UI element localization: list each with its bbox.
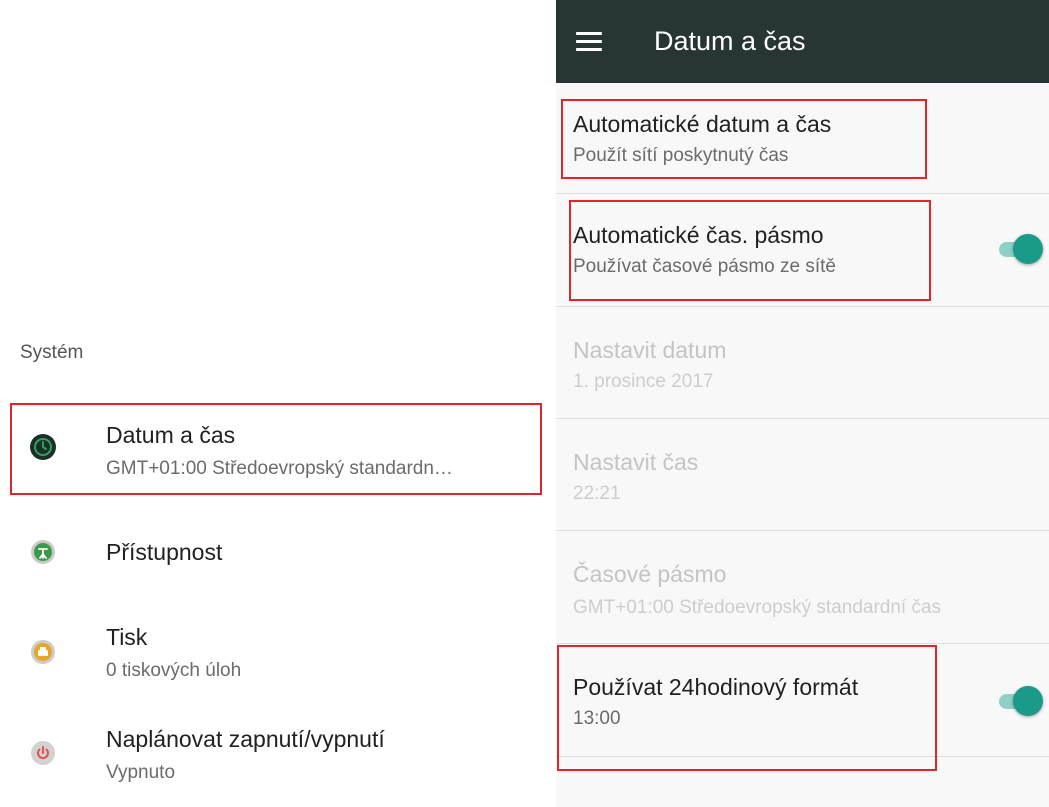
pref-set-date: Nastavit datum 1. prosince 2017 — [556, 307, 1049, 418]
toggle-thumb — [1013, 234, 1043, 264]
settings-list-panel: Systém Datum a čas GMT+01:00 Středoevrop… — [0, 0, 556, 807]
menu-icon[interactable] — [576, 32, 602, 52]
24-hour-format-toggle[interactable] — [999, 686, 1043, 716]
settings-item-subtitle: 0 tiskových úloh — [106, 660, 242, 681]
pref-title: Časové pásmo — [573, 561, 727, 587]
settings-item-scheduled-power[interactable]: Naplánovat zapnutí/vypnutí Vypnuto — [0, 710, 556, 790]
highlight-box — [569, 200, 931, 301]
pref-subtitle: GMT+01:00 Středoevropský standardní čas — [573, 597, 942, 618]
page-title: Datum a čas — [654, 26, 806, 56]
settings-item-subtitle: Vypnuto — [106, 762, 176, 783]
pref-time-zone: Časové pásmo GMT+01:00 Středoevropský st… — [556, 531, 1049, 643]
auto-time-zone-toggle[interactable] — [999, 234, 1043, 264]
app-bar: Datum a čas — [556, 0, 1049, 83]
settings-item-accessibility[interactable]: Přístupnost — [0, 523, 556, 583]
pref-title: Nastavit datum — [573, 337, 727, 363]
settings-item-print[interactable]: Tisk 0 tiskových úloh — [0, 614, 556, 694]
pref-title: Nastavit čas — [573, 449, 699, 475]
highlight-box — [10, 403, 542, 495]
toggle-thumb — [1013, 686, 1043, 716]
section-header-system: Systém — [20, 342, 84, 363]
print-icon — [30, 639, 56, 665]
pref-subtitle: 22:21 — [573, 483, 621, 504]
highlight-box — [561, 99, 927, 179]
power-icon — [30, 740, 56, 766]
accessibility-icon — [30, 539, 56, 565]
highlight-box — [557, 645, 937, 771]
settings-item-title: Přístupnost — [106, 539, 223, 565]
settings-item-title: Tisk — [106, 624, 148, 650]
settings-item-title: Naplánovat zapnutí/vypnutí — [106, 726, 385, 752]
pref-set-time: Nastavit čas 22:21 — [556, 419, 1049, 530]
pref-subtitle: 1. prosince 2017 — [573, 371, 714, 392]
